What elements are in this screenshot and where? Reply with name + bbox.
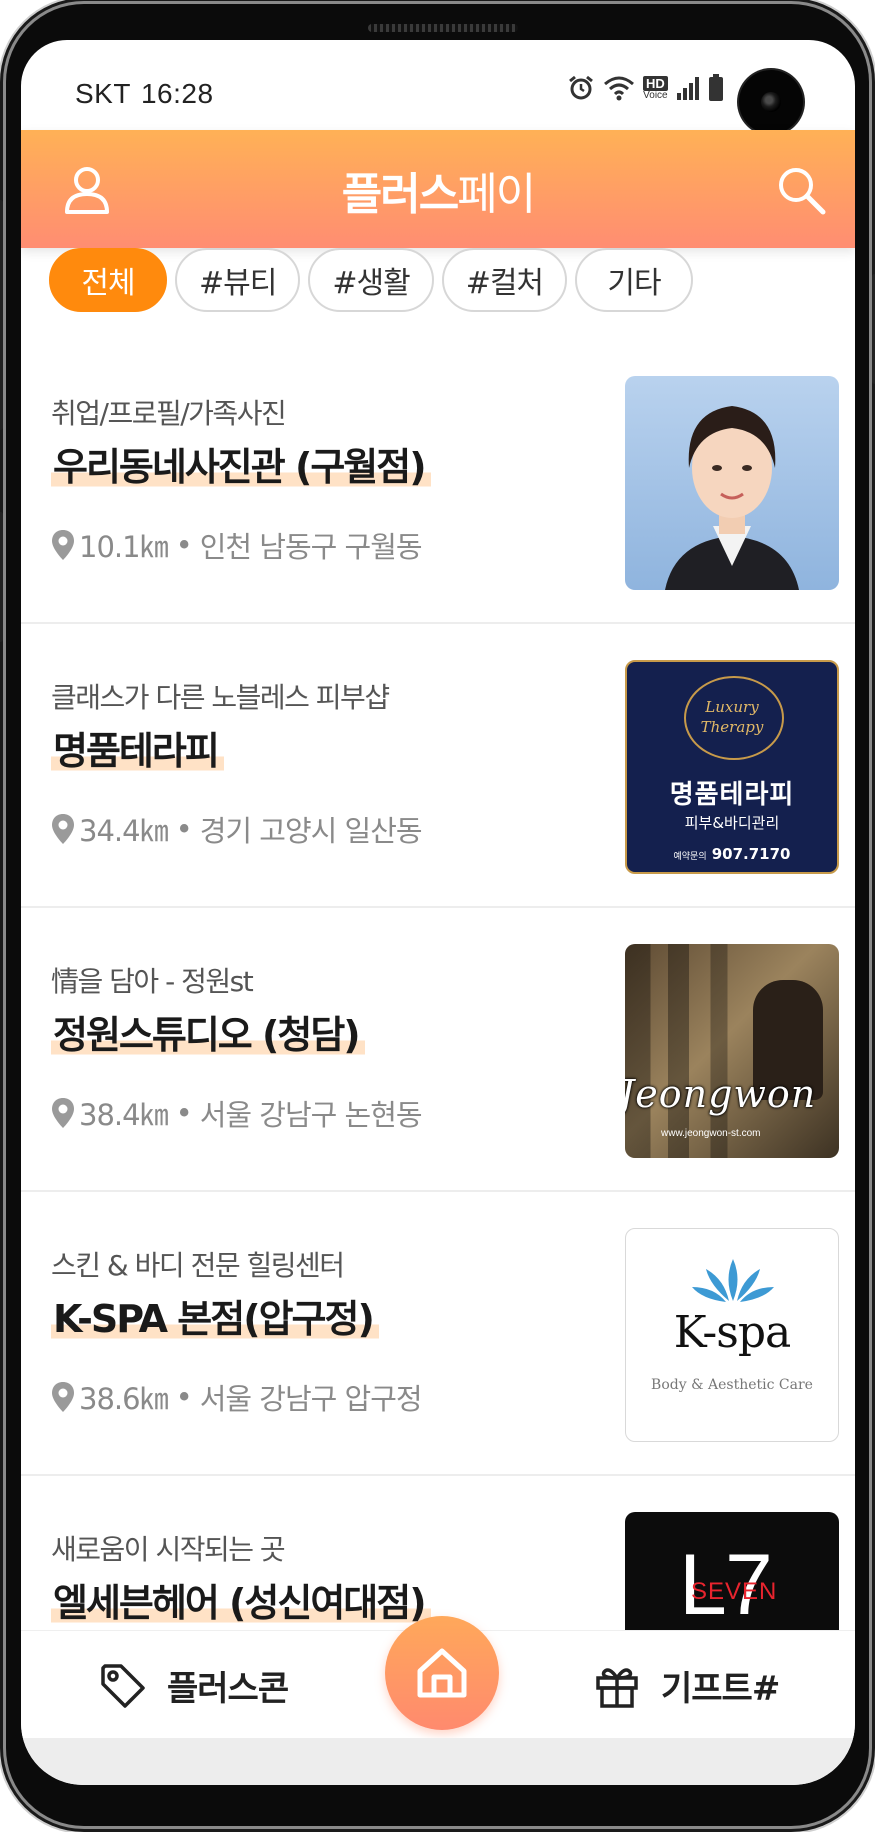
hd-voice-icon: HD Voice [643, 75, 668, 101]
earpiece-speaker [368, 24, 518, 32]
voice-label: Voice [643, 89, 668, 101]
kspa-brand: K-spa [673, 1307, 792, 1358]
store-title: 명품테라피 [51, 720, 224, 775]
front-camera [739, 70, 803, 134]
signal-icon [676, 77, 699, 100]
location-pin-icon [52, 1098, 74, 1128]
location-pin-icon [52, 530, 74, 560]
store-title: 정원스튜디오 (청담) [51, 1004, 365, 1059]
nav-pluscon-button[interactable]: 플러스콘 [99, 1661, 289, 1710]
separator: • [175, 1380, 193, 1414]
location-pin-icon [52, 1382, 74, 1412]
store-address: 인천 남동구 구월동 [199, 530, 423, 564]
store-distance: 34.4㎞ [79, 814, 169, 848]
store-distance: 10.1㎞ [79, 530, 169, 564]
store-list: 취업/프로필/가족사진 우리동네사진관 (구월점) 10.1㎞ • 인천 남동구 구… [21, 340, 855, 1760]
store-distance: 38.6㎞ [79, 1382, 169, 1416]
studio-url: www.jeongwon-st.com [661, 1128, 761, 1139]
store-item[interactable]: 情을 담아 - 정원st 정원스튜디오 (청담) 38.4㎞ • 서울 강남구 논현… [21, 908, 855, 1192]
therapy-phone-number: 907.7170 [711, 845, 791, 863]
store-title: K-SPA 본점(압구정) [51, 1288, 379, 1343]
store-item[interactable]: 스킨 & 바디 전문 힐링센터 K-SPA 본점(압구정) 38.6㎞ • 서울 강… [21, 1192, 855, 1476]
status-bar: SKT 16:28 HD Voice [21, 40, 855, 134]
store-address: 서울 강남구 압구정 [199, 1382, 423, 1416]
therapy-phone-label: 예약문의 [673, 852, 707, 862]
store-subtitle: 스킨 & 바디 전문 힐링센터 [51, 1249, 345, 1282]
store-location: 38.4㎞ • 서울 강남구 논현동 [51, 1092, 423, 1134]
separator: • [175, 528, 193, 562]
store-title: 엘세븐헤어 (성신여대점) [51, 1572, 431, 1627]
status-left: SKT 16:28 [75, 78, 214, 110]
carrier-label: SKT [75, 78, 131, 109]
phone-frame: SKT 16:28 HD Voice 플러스페이 전체 #뷰티 #생활 #컬처 … [0, 4, 875, 1826]
store-distance: 38.4㎞ [79, 1098, 169, 1132]
filter-chip-beauty[interactable]: #뷰티 [175, 248, 301, 312]
seven-logo-word: SEVEN [691, 1578, 778, 1605]
clock: 16:28 [140, 78, 214, 109]
store-thumbnail: Jeongwon www.jeongwon-st.com [625, 944, 839, 1158]
home-button[interactable] [385, 1616, 499, 1730]
portrait-photo [665, 406, 799, 590]
kspa-tagline: Body & Aesthetic Care [651, 1377, 813, 1393]
store-item[interactable]: 취업/프로필/가족사진 우리동네사진관 (구월점) 10.1㎞ • 인천 남동구 구… [21, 340, 855, 624]
nav-gift-button[interactable]: 기프트# [593, 1661, 780, 1710]
location-pin-icon [52, 814, 74, 844]
nav-pluscon-label: 플러스콘 [167, 1669, 289, 1709]
store-location: 10.1㎞ • 인천 남동구 구월동 [51, 524, 423, 566]
filter-chip-life[interactable]: #생활 [308, 248, 434, 312]
store-thumbnail: Luxury Therapy 명품테라피 피부&바디관리 예약문의 907.71… [625, 660, 839, 874]
battery-icon [708, 74, 723, 101]
volume-button [0, 200, 3, 430]
status-icons: HD Voice [567, 74, 724, 102]
app-screen: SKT 16:28 HD Voice 플러스페이 전체 #뷰티 #생활 #컬처 … [21, 40, 855, 1785]
store-subtitle: 情을 담아 - 정원st [51, 965, 254, 998]
gift-icon [596, 1667, 638, 1708]
store-location: 34.4㎞ • 경기 고양시 일산동 [51, 808, 423, 850]
store-item[interactable]: 클래스가 다른 노블레스 피부샵 명품테라피 34.4㎞ • 경기 고양시 일산동 … [21, 624, 855, 908]
app-title: 플러스페이 [21, 158, 855, 222]
hd-label: HD [643, 75, 668, 91]
store-thumbnail: K-spa Body & Aesthetic Care [625, 1228, 839, 1442]
store-location: 38.6㎞ • 서울 강남구 압구정 [51, 1376, 423, 1418]
therapy-logo-script-1: Luxury [705, 698, 759, 716]
search-icon [779, 168, 826, 215]
filter-chip-culture[interactable]: #컬처 [441, 248, 568, 312]
app-title-bold: 플러스 [341, 169, 459, 220]
store-subtitle: 클래스가 다른 노블레스 피부샵 [51, 681, 390, 714]
therapy-logo-script-2: Therapy [700, 718, 764, 736]
separator: • [175, 812, 193, 846]
tag-icon [101, 1663, 145, 1708]
store-subtitle: 새로움이 시작되는 곳 [51, 1533, 286, 1566]
store-address: 경기 고양시 일산동 [199, 814, 423, 848]
therapy-image-phone: 예약문의 907.7170 [627, 844, 837, 863]
therapy-image-name: 명품테라피 [669, 780, 795, 810]
system-nav-area [21, 1738, 855, 1785]
store-subtitle: 취업/프로필/가족사진 [51, 397, 287, 430]
app-title-rest: 페이 [457, 169, 536, 220]
store-thumbnail [625, 376, 839, 590]
category-filters: 전체 #뷰티 #생활 #컬처 기타 [49, 248, 694, 312]
wifi-icon [604, 76, 634, 101]
home-icon [417, 1648, 467, 1698]
nav-gift-label: 기프트# [661, 1669, 780, 1709]
therapy-image-desc: 피부&바디관리 [684, 814, 780, 832]
studio-brand: Jeongwon [625, 1072, 817, 1116]
separator: • [175, 1096, 193, 1130]
search-button[interactable] [773, 162, 829, 218]
alarm-icon [569, 75, 593, 100]
filter-chip-etc[interactable]: 기타 [575, 248, 694, 312]
bixby-button [0, 512, 3, 642]
store-address: 서울 강남구 논현동 [199, 1098, 423, 1132]
app-header: 플러스페이 [21, 130, 855, 248]
filter-chip-all[interactable]: 전체 [49, 248, 167, 312]
store-title: 우리동네사진관 (구월점) [51, 436, 431, 491]
